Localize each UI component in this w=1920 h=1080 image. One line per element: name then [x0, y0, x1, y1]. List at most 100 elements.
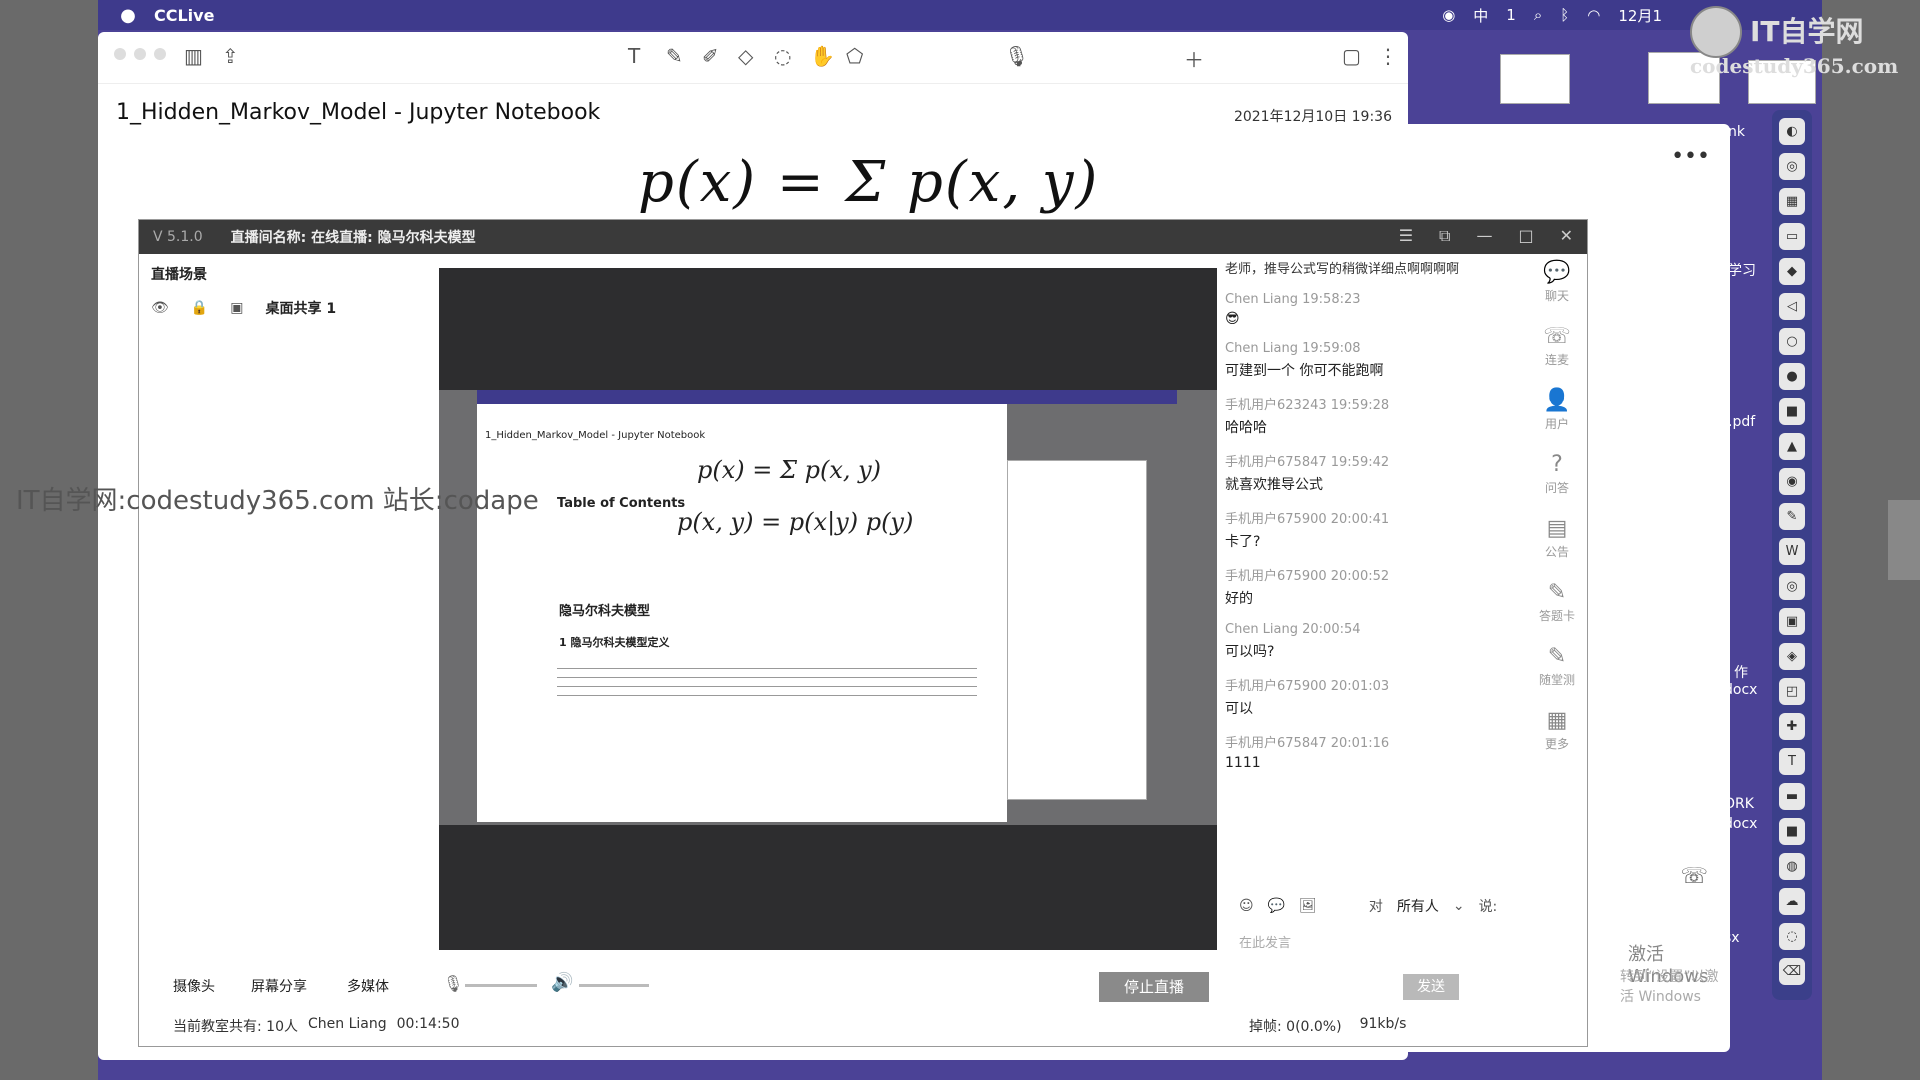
dock-app-icon[interactable]: ◌ [1779, 923, 1805, 950]
desktop-label[interactable]: 学习 [1728, 260, 1756, 280]
notice-icon: ▤ [1546, 516, 1568, 541]
add-icon[interactable]: ＋ [1184, 44, 1204, 73]
share-icon[interactable]: ⇪ [222, 44, 239, 68]
dock-app-icon[interactable]: ■ [1779, 398, 1805, 425]
rail-answer-card[interactable]: ✎ 答题卡 [1539, 580, 1575, 624]
trash-icon[interactable]: ⌫ [1779, 958, 1805, 985]
lasso-tool-icon[interactable]: ◌ [774, 44, 791, 68]
answer-card-icon: ✎ [1547, 580, 1567, 605]
host-name: Chen Liang [307, 1016, 387, 1032]
dock-app-icon[interactable]: ◎ [1779, 573, 1805, 600]
shared-heading-2: 1 隐马尔科夫模型定义 [559, 636, 670, 649]
dock-app-icon[interactable]: ◆ [1779, 258, 1805, 285]
app-menu-name[interactable]: CCLive [154, 6, 214, 25]
dock-app-icon[interactable]: ✎ [1779, 503, 1805, 530]
notification-count[interactable]: 1 [1506, 6, 1516, 24]
rail-more[interactable]: ▦ 更多 [1545, 708, 1569, 752]
popout-icon[interactable]: ⧉ [1439, 226, 1450, 246]
dock-app-icon[interactable]: ▬ [1779, 783, 1805, 810]
more-icon[interactable]: ⋮ [1378, 44, 1398, 68]
desktop-label[interactable]: .pdf [1728, 414, 1755, 430]
rail-users[interactable]: 👤 用户 [1543, 388, 1570, 432]
desktop-label[interactable]: nk [1728, 124, 1745, 140]
image-icon[interactable]: 🖼 [1299, 898, 1317, 914]
dock-app-icon[interactable]: ◈ [1779, 643, 1805, 670]
bluetooth-icon[interactable]: ᛒ [1560, 6, 1569, 24]
wechat-icon[interactable]: ◉ [1442, 6, 1455, 24]
input-method[interactable]: 中 [1473, 5, 1488, 26]
text-tool-icon[interactable]: T [628, 44, 640, 68]
media-button[interactable]: 多媒体 [347, 976, 389, 996]
bubble-icon[interactable]: 💬 [1268, 898, 1285, 914]
more-grid-icon: ▦ [1546, 708, 1568, 733]
highlighter-tool-icon[interactable]: ✐ [702, 44, 719, 68]
sidebar-icon[interactable]: ▥ [184, 44, 203, 68]
lock-icon[interactable]: 🔒 [191, 300, 208, 316]
eraser-tool-icon[interactable]: ◇ [738, 44, 753, 68]
dock-app-icon[interactable]: ☁ [1779, 888, 1805, 915]
dock-app-icon[interactable]: ▭ [1779, 223, 1805, 250]
dock-app-icon[interactable]: ◐ [1779, 118, 1805, 145]
dock-app-icon[interactable]: ○ [1779, 328, 1805, 355]
more-icon[interactable]: ••• [1671, 144, 1710, 169]
search-icon[interactable]: ⌕ [1534, 6, 1542, 24]
hand-tool-icon[interactable]: ✋ [810, 44, 835, 68]
camera-button[interactable]: 摄像头 [173, 976, 215, 996]
dock-app-icon[interactable]: ◎ [1779, 153, 1805, 180]
microphone-icon[interactable]: 🎙 [443, 974, 463, 993]
emoji-icon[interactable]: ☺ [1239, 898, 1254, 914]
phone-icon[interactable]: ☏ [1680, 864, 1708, 889]
pages-icon[interactable]: ▢ [1342, 44, 1361, 68]
dock-app-icon[interactable]: ✚ [1779, 713, 1805, 740]
rail-notice[interactable]: ▤ 公告 [1545, 516, 1569, 560]
eye-icon[interactable]: 👁 [151, 300, 169, 316]
dock-app-icon[interactable]: ● [1779, 363, 1805, 390]
maximize-icon[interactable]: □ [1518, 226, 1533, 246]
typora-icon[interactable]: T [1779, 748, 1805, 775]
vscode-icon[interactable]: ◁ [1779, 293, 1805, 320]
chat-toolbar: ☺ 💬 🖼 对 所有人 ⌄ 说: [1239, 896, 1497, 916]
speaker-volume-slider[interactable] [579, 984, 649, 987]
menu-icon[interactable]: ☰ [1399, 226, 1413, 246]
audience-select[interactable]: 所有人 [1397, 896, 1439, 916]
calendar-icon[interactable]: ▦ [1779, 188, 1805, 215]
dock-app-icon[interactable]: ◉ [1779, 468, 1805, 495]
shape-tool-icon[interactable]: ⬠ [846, 44, 863, 68]
send-button[interactable]: 发送 [1403, 974, 1459, 1000]
dock-app-icon[interactable]: ◍ [1779, 853, 1805, 880]
scene-item[interactable]: 👁 🔒 ▣ 桌面共享 1 [151, 298, 336, 318]
traffic-lights[interactable] [114, 48, 166, 60]
mic-volume-slider[interactable] [465, 984, 537, 987]
minimize-icon[interactable]: — [1476, 226, 1492, 246]
say-label: 说: [1478, 899, 1498, 915]
microphone-icon[interactable]: 🎙 [1004, 44, 1029, 68]
dock-app-icon[interactable]: ■ [1779, 818, 1805, 845]
chat-message: 手机用户623243 19:59:28 哈哈哈 [1225, 398, 1390, 436]
word-icon[interactable]: W [1779, 538, 1805, 565]
rail-quiz[interactable]: ✎ 随堂测 [1539, 644, 1575, 688]
screen-share-button[interactable]: 屏幕分享 [251, 976, 307, 996]
stop-live-button[interactable]: 停止直播 [1099, 972, 1209, 1002]
chat-message: Chen Liang 19:58:23 😎 [1225, 292, 1361, 327]
rail-connect-mic[interactable]: ☏ 连麦 [1543, 324, 1571, 368]
speaker-icon[interactable]: 🔊 [551, 972, 573, 993]
dock-app-icon[interactable]: ▣ [1779, 608, 1805, 635]
status-bar: 当前教室共有: 10人 Chen Liang 00:14:50 [173, 1016, 460, 1036]
chevron-down-icon[interactable]: ⌄ [1453, 898, 1465, 914]
wifi-icon[interactable]: ◠ [1587, 6, 1600, 24]
desktop-file-thumbnail[interactable] [1500, 54, 1570, 104]
dock-app-icon[interactable]: ▲ [1779, 433, 1805, 460]
chat-input[interactable]: 在此发言 [1239, 932, 1291, 951]
watermark-site: IT自学网 [1750, 15, 1864, 48]
pen-tool-icon[interactable]: ✎ [666, 44, 683, 68]
apple-icon[interactable]: ● [108, 5, 148, 26]
rail-chat[interactable]: 💬 聊天 [1543, 260, 1570, 304]
clock[interactable]: 12月1 [1618, 5, 1662, 26]
shared-body-text [557, 664, 977, 704]
rail-qa[interactable]: ? 问答 [1545, 452, 1569, 496]
room-name: 直播间名称: 在线直播: 隐马尔科夫模型 [230, 230, 476, 246]
desktop-label[interactable]: 作 [1734, 662, 1748, 682]
chat-list[interactable]: Chen Liang 19:58:23 😎 Chen Liang 19:59:08… [1225, 292, 1505, 912]
close-icon[interactable]: ✕ [1560, 226, 1573, 246]
dock-app-icon[interactable]: ◰ [1779, 678, 1805, 705]
